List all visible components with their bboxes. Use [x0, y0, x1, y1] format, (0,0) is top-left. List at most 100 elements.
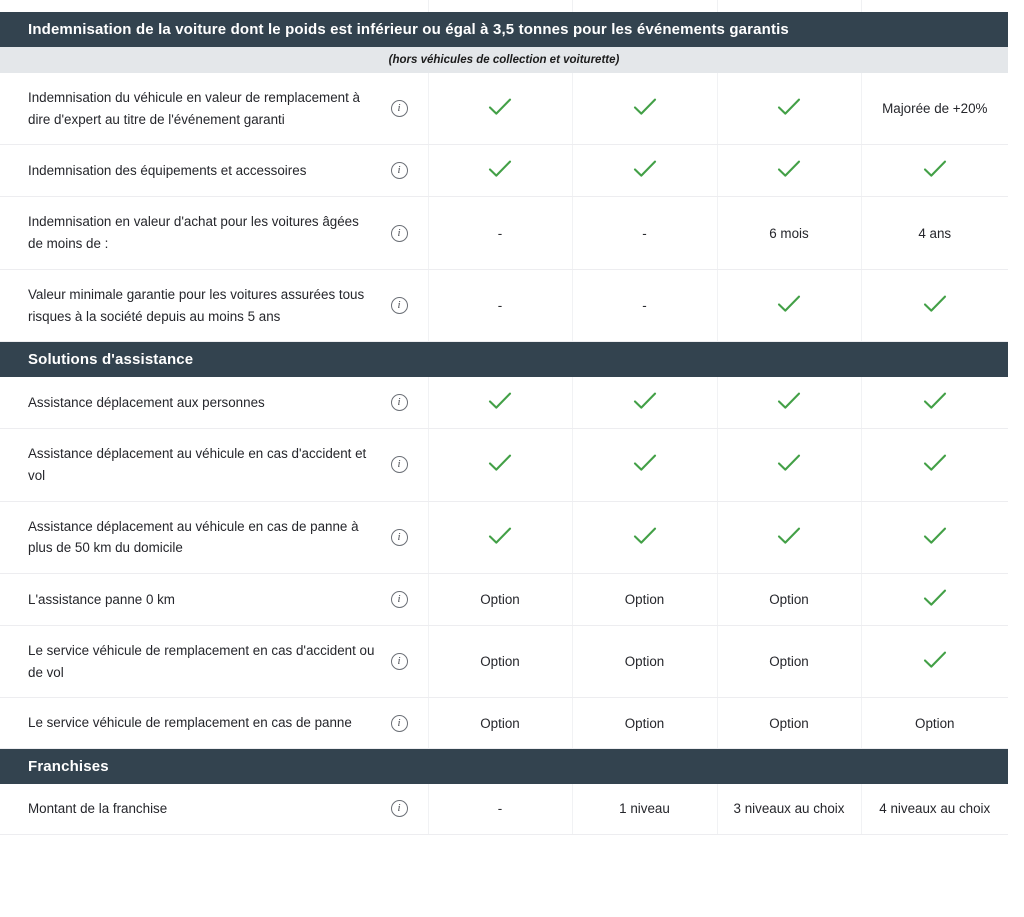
- row-label: Indemnisation des équipements et accesso…: [28, 163, 307, 179]
- check-icon: [922, 159, 948, 179]
- row-value-cell: -: [571, 269, 717, 343]
- row-value-cell: -: [427, 196, 572, 270]
- table-row: Indemnisation des équipements et accesso…: [0, 144, 1009, 198]
- sliver-cell-4: [861, 0, 1008, 12]
- check-icon: [776, 526, 802, 546]
- row-value: -: [497, 298, 503, 314]
- row-label-cell: Montant de la franchise i: [0, 784, 428, 835]
- info-icon[interactable]: i: [390, 591, 408, 609]
- row-value-cell: [716, 501, 861, 575]
- row-value-cell: Option: [427, 625, 572, 699]
- row-value-cell: [860, 428, 1009, 502]
- row-value-cell: [571, 501, 717, 575]
- table-row: Valeur minimale garantie pour les voitur…: [0, 269, 1009, 343]
- row-value-cell: [716, 377, 861, 430]
- section-title: Indemnisation de la voiture dont le poid…: [0, 12, 1009, 47]
- sliver-cell-3: [717, 0, 861, 12]
- row-value: -: [642, 298, 647, 314]
- row-label-cell: Le service véhicule de remplacement en c…: [0, 625, 428, 699]
- sliver-cell-label: [0, 0, 428, 12]
- row-value-cell: -: [427, 269, 572, 343]
- check-icon: [487, 453, 513, 473]
- table-row: Assistance déplacement au véhicule en ca…: [0, 501, 1009, 575]
- row-label-cell: Assistance déplacement au véhicule en ca…: [0, 428, 428, 502]
- info-icon[interactable]: i: [390, 224, 408, 242]
- info-icon[interactable]: i: [390, 297, 408, 315]
- row-value-cell: [860, 625, 1009, 699]
- check-icon: [776, 159, 802, 179]
- row-value: Option: [915, 715, 955, 731]
- check-icon: [632, 453, 658, 473]
- row-value: -: [642, 225, 647, 241]
- row-value-cell: [427, 73, 572, 146]
- row-value: Option: [769, 654, 809, 670]
- info-icon[interactable]: i: [390, 800, 408, 818]
- row-value: Option: [624, 715, 665, 731]
- info-icon[interactable]: i: [390, 394, 408, 412]
- row-value-cell: Option: [860, 697, 1009, 750]
- row-label-cell: Indemnisation du véhicule en valeur de r…: [0, 73, 428, 146]
- row-value-cell: 4 ans: [860, 196, 1009, 270]
- row-value: Option: [769, 592, 809, 608]
- info-icon[interactable]: i: [390, 456, 408, 474]
- check-icon: [632, 526, 658, 546]
- check-icon: [776, 453, 802, 473]
- row-value-cell: Option: [716, 697, 861, 750]
- row-value-cell: 4 niveaux au choix: [860, 784, 1009, 835]
- row-value-cell: [571, 144, 717, 198]
- row-value-cell: [716, 428, 861, 502]
- row-label: Assistance déplacement aux personnes: [28, 394, 265, 410]
- row-value-cell: [427, 144, 572, 198]
- row-value-cell: Option: [716, 573, 861, 627]
- check-icon: [487, 159, 513, 179]
- row-label: Le service véhicule de remplacement en c…: [28, 643, 375, 680]
- comparison-table-page: Indemnisation de la voiture dont le poid…: [0, 0, 1024, 917]
- row-value: Option: [480, 592, 520, 608]
- info-icon[interactable]: i: [390, 528, 408, 546]
- row-label-cell: Indemnisation des équipements et accesso…: [0, 144, 428, 198]
- row-value: Option: [480, 654, 520, 670]
- check-icon: [922, 294, 948, 314]
- sliver-cell-1: [428, 0, 572, 12]
- check-icon: [632, 159, 658, 179]
- table-row: Assistance déplacement aux personnes i: [0, 377, 1009, 430]
- row-label: Montant de la franchise: [28, 801, 168, 817]
- info-icon[interactable]: i: [390, 100, 408, 118]
- guarantee-comparison-table: Indemnisation de la voiture dont le poid…: [0, 12, 1009, 835]
- info-icon[interactable]: i: [390, 162, 408, 180]
- row-label: Indemnisation en valeur d'achat pour les…: [28, 214, 359, 252]
- row-value: Option: [480, 715, 520, 731]
- check-icon: [922, 650, 948, 670]
- table-row: Montant de la franchise i - 1 niveau 3 nivea…: [0, 784, 1009, 835]
- sliver-cell-2: [572, 0, 717, 12]
- row-value-cell: Majorée de +20%: [860, 73, 1009, 146]
- row-label: Assistance déplacement au véhicule en ca…: [28, 518, 359, 556]
- table-row: Indemnisation du véhicule en valeur de r…: [0, 73, 1009, 146]
- section-header-row: Indemnisation de la voiture dont le poid…: [0, 12, 1009, 47]
- info-icon[interactable]: i: [390, 653, 408, 671]
- row-value-cell: [571, 73, 717, 146]
- row-value-cell: [860, 573, 1009, 627]
- check-icon: [487, 391, 513, 411]
- check-icon: [487, 97, 513, 117]
- row-value-cell: -: [427, 784, 572, 835]
- row-value-cell: [427, 377, 572, 430]
- row-value-cell: [860, 269, 1009, 343]
- row-label-cell: Le service véhicule de remplacement en c…: [0, 697, 428, 750]
- row-label: Le service véhicule de remplacement en c…: [28, 715, 352, 731]
- row-value-cell: [571, 377, 717, 430]
- row-value-cell: Option: [716, 625, 861, 699]
- section-subtitle-row: (hors véhicules de collection et voiture…: [0, 47, 1009, 73]
- row-value: -: [497, 225, 503, 241]
- row-value-cell: [427, 501, 572, 575]
- check-icon: [922, 453, 948, 473]
- row-value-cell: [860, 501, 1009, 575]
- table-row: Assistance déplacement au véhicule en ca…: [0, 428, 1009, 502]
- row-label-cell: Indemnisation en valeur d'achat pour les…: [0, 196, 428, 270]
- table-row: Indemnisation en valeur d'achat pour les…: [0, 196, 1009, 270]
- row-value: 4 niveaux au choix: [879, 801, 991, 817]
- row-value-cell: Option: [427, 697, 572, 750]
- info-icon[interactable]: i: [390, 714, 408, 732]
- row-label-cell: Assistance déplacement aux personnes i: [0, 377, 428, 430]
- row-value: 3 niveaux au choix: [733, 801, 845, 817]
